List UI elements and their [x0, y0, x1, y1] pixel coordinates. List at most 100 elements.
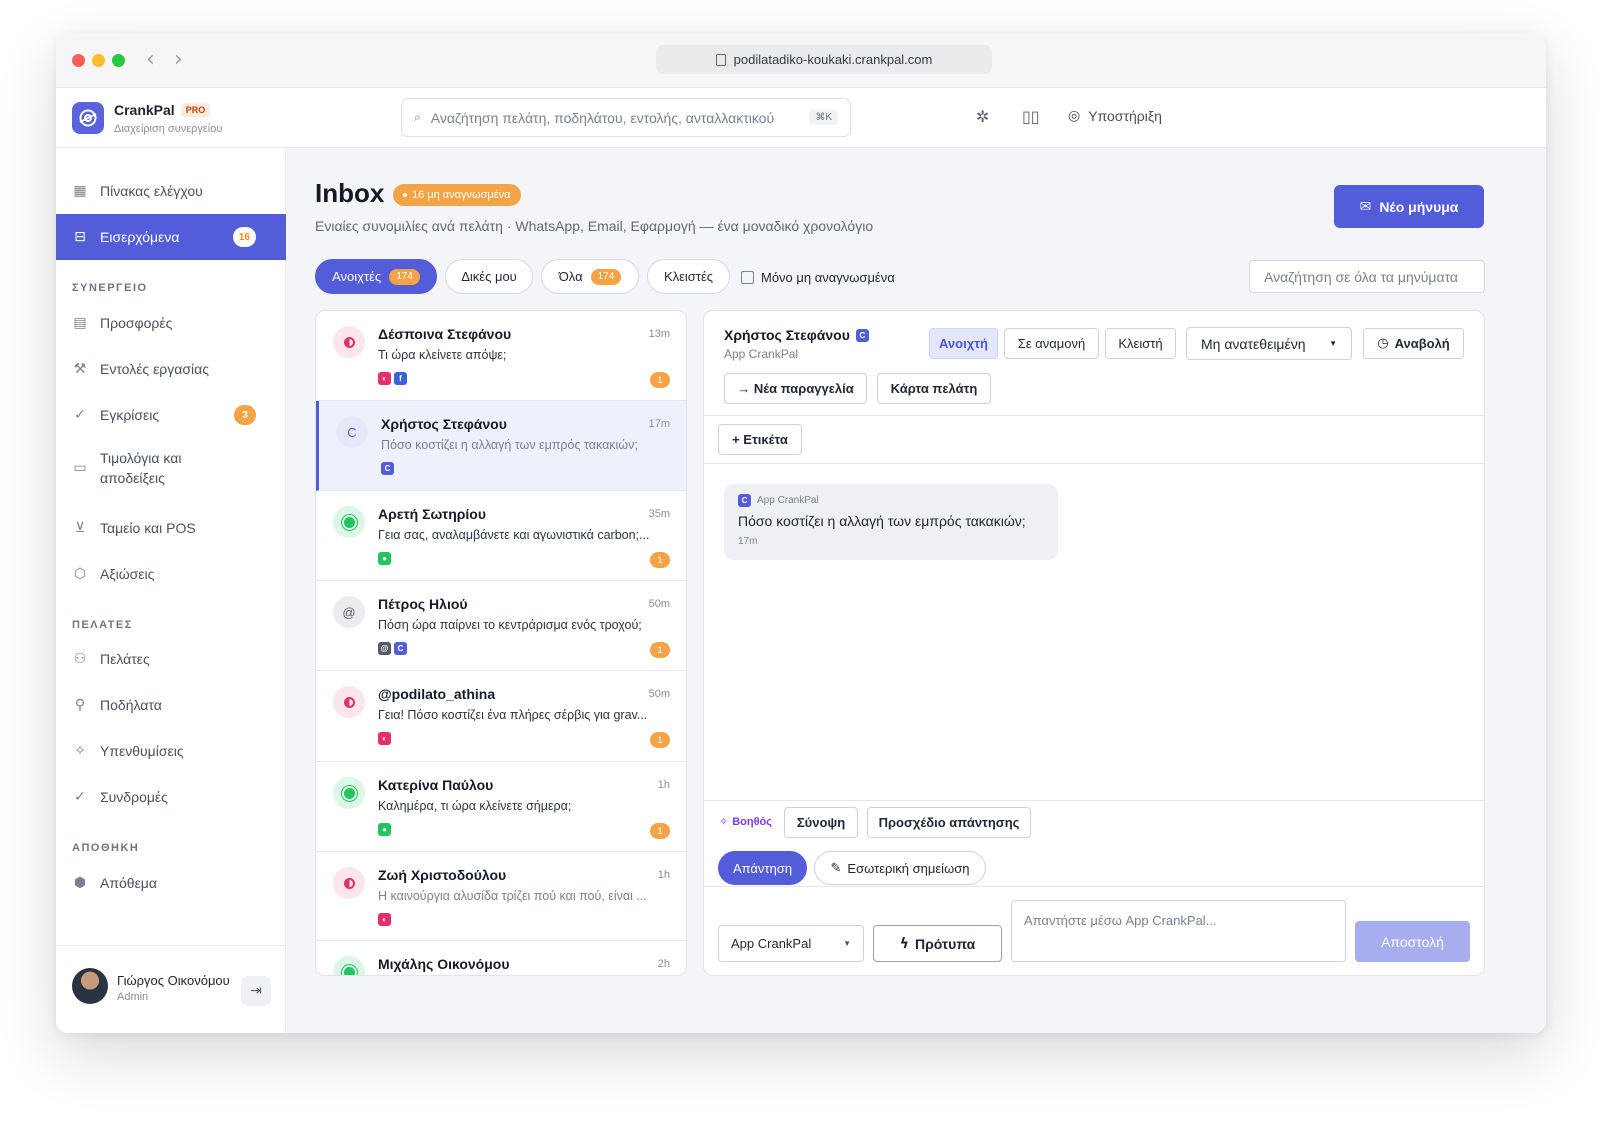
app-topbar: CrankPal PRO Διαχείριση συνεργείου ⌕ Αναζ… [56, 88, 1546, 148]
list-item[interactable]: Αρετή Σωτηρίου 35m Γεια σας, αναλαμβάνετ… [316, 491, 686, 581]
message-time: 17m [738, 536, 758, 547]
sidebar-item-label: Ταμείο και POS [100, 520, 196, 536]
summary-button[interactable]: Σύνοψη [784, 807, 858, 838]
unread-only-checkbox[interactable]: Μόνο μη αναγνωσμένα [741, 270, 895, 285]
shield-icon: ⬡ [73, 566, 87, 582]
sidebar-item-reminders[interactable]: ✧ Υπενθυμίσεις [56, 728, 286, 774]
sidebar-item-label: Εγκρίσεις [100, 407, 160, 423]
list-item[interactable]: Ζωή Χριστοδούλου 1h Η καινούργια αλυσίδα… [316, 852, 686, 941]
user-role: Admin [117, 991, 149, 1003]
draft-reply-button[interactable]: Προσχέδιο απάντησης [867, 807, 1031, 838]
instagram-icon [343, 696, 355, 708]
status-waiting-button[interactable]: Σε αναμονή [1004, 328, 1099, 359]
page-subtitle: Ενιαίες συνομιλίες ανά πελάτη · WhatsApp… [315, 218, 874, 234]
new-message-button[interactable]: ✉ Νέο μήνυμα [1334, 185, 1484, 228]
sidebar-item-subscriptions[interactable]: ✓ Συνδρομές [56, 774, 286, 820]
message-search-input[interactable]: Αναζήτηση σε όλα τα μηνύματα [1249, 260, 1485, 293]
sidebar-item-label: Εντολές εργασίας [100, 361, 209, 377]
sidebar-item-approvals[interactable]: ✓ Εγκρίσεις 3 [56, 392, 286, 438]
status-closed-button[interactable]: Κλειστή [1105, 328, 1176, 359]
filter-tab-closed[interactable]: Κλειστές [647, 259, 730, 294]
logout-button[interactable]: ⇥ [241, 976, 271, 1006]
back-arrow-icon[interactable]: ‹ [146, 47, 155, 72]
checkbox-box[interactable] [741, 271, 754, 284]
sidebar-item-label: Τιμολόγια και αποδείξεις [100, 450, 182, 486]
filter-tab-open[interactable]: Ανοιχτές 174 [315, 259, 437, 294]
sparkle-icon: ✧ [74, 743, 86, 759]
assignee-select[interactable]: Μη ανατεθειμένη ▼ [1186, 327, 1352, 360]
plan-badge: PRO [180, 103, 211, 117]
box-icon: ⬢ [73, 875, 87, 891]
sidebar-item-inventory[interactable]: ⬢ Απόθεμα [56, 860, 286, 906]
list-item[interactable]: Μιχάλης Οικονόμου 2h [316, 941, 686, 975]
contact-source: App CrankPal [724, 347, 799, 361]
list-item[interactable]: Δέσποινα Στεφάνου 13m Τι ώρα κλείνετε απ… [316, 311, 686, 401]
sidebar-item-quotes[interactable]: ▤ Προσφορές [56, 300, 286, 346]
sidebar-item-label: Συνδρομές [100, 789, 168, 805]
channel-chips: ◐ f [378, 372, 407, 385]
sidebar-item-work-orders[interactable]: ⚒ Εντολές εργασίας [56, 346, 286, 392]
reply-tab[interactable]: Απάντηση [718, 851, 807, 885]
crankpal-logo-icon[interactable] [72, 102, 104, 134]
avatar[interactable] [72, 968, 108, 1004]
close-window-button[interactable] [72, 54, 85, 67]
minimize-window-button[interactable] [92, 54, 105, 67]
filter-tab-mine[interactable]: Δικές μου [445, 259, 533, 294]
templates-button[interactable]: ϟ Πρότυπα [873, 925, 1002, 962]
section-title-warehouse: ΑΠΟΘΗΚΗ [72, 842, 140, 854]
book-icon[interactable]: ▯▯ [1022, 107, 1040, 126]
whatsapp-icon [343, 787, 355, 799]
snooze-button[interactable]: ◷ Αναβολή [1363, 328, 1464, 359]
instagram-icon [343, 336, 355, 348]
clock-icon: ◷ [1377, 336, 1389, 351]
check-circle-icon: ✓ [74, 407, 86, 423]
instagram-icon: ◐ [378, 372, 391, 385]
sidebar-item-dashboard[interactable]: ▦ Πίνακας ελέγχου [56, 168, 286, 214]
sidebar-item-inbox[interactable]: ⊟ Εισερχόμενα 16 [56, 214, 286, 260]
whatsapp-icon [343, 966, 355, 975]
instagram-icon: ◐ [378, 732, 391, 745]
global-search-input[interactable]: ⌕ Αναζήτηση πελάτη, ποδηλάτου, εντολής, … [401, 98, 851, 137]
support-label: Υποστήριξη [1088, 108, 1162, 124]
browser-window: ‹ › podilatadiko-koukaki.crankpal.com Cr… [56, 33, 1546, 1033]
sidebar-item-bikes[interactable]: ⚲ Ποδήλατα [56, 682, 286, 728]
channel-select[interactable]: App CrankPal ▼ [718, 925, 864, 962]
sidebar-item-claims[interactable]: ⬡ Αξιώσεις [56, 551, 286, 597]
divider [704, 415, 1484, 416]
add-tag-button[interactable]: + Ετικέτα [718, 424, 802, 455]
sidebar-item-customers[interactable]: ⚇ Πελάτες [56, 636, 286, 682]
message-source: C App CrankPal [738, 494, 819, 507]
avatar [333, 956, 365, 975]
conversation-list: Δέσποινα Στεφάνου 13m Τι ώρα κλείνετε απ… [315, 310, 687, 976]
page-title: Inbox [315, 178, 385, 208]
address-bar[interactable]: podilatadiko-koukaki.crankpal.com [656, 45, 992, 74]
filter-count: 174 [389, 268, 420, 285]
message-bubble: C App CrankPal Πόσο κοστίζει η αλλαγή των… [724, 484, 1058, 560]
status-open-button[interactable]: Ανοιχτή [929, 328, 998, 359]
divider [704, 800, 1484, 801]
sidebar-item-pos[interactable]: ⊻ Ταμείο και POS [56, 505, 286, 551]
maximize-window-button[interactable] [112, 54, 125, 67]
internal-note-tab[interactable]: ✎ Εσωτερική σημείωση [814, 851, 986, 885]
filter-tab-all[interactable]: Όλα 174 [541, 259, 639, 294]
list-item[interactable]: Κατερίνα Παύλου 1h Καλημέρα, τι ώρα κλεί… [316, 762, 686, 852]
new-order-button[interactable]: → Νέα παραγγελία [724, 373, 867, 404]
whatsapp-icon [343, 516, 355, 528]
customer-card-button[interactable]: Κάρτα πελάτη [877, 373, 991, 404]
sidebar-item-invoices[interactable]: ▭ Τιμολόγια και αποδείξεις [56, 438, 286, 498]
avatar [333, 506, 365, 538]
dot-icon [403, 193, 407, 197]
app-subtitle: Διαχείριση συνεργείου [114, 123, 223, 135]
reply-textarea[interactable]: Απαντήστε μέσω App CrankPal... [1011, 900, 1346, 962]
support-button[interactable]: ◎ Υποστήριξη [1068, 108, 1162, 124]
list-item[interactable]: @podilato_athina 50m Γεια! Πόσο κοστίζει… [316, 671, 686, 762]
list-item[interactable]: C Χρήστος Στεφάνου 17m Πόσο κοστίζει η α… [316, 401, 686, 491]
forward-arrow-icon[interactable]: › [174, 47, 183, 72]
list-item[interactable]: @ Πέτρος Ηλιού 50m Πόση ώρα παίρνει το κ… [316, 581, 686, 671]
chevron-down-icon: ▼ [843, 939, 851, 948]
instagram-icon [343, 877, 355, 889]
whatsapp-icon: ● [378, 552, 391, 565]
approvals-count-badge: 3 [234, 405, 256, 425]
send-button[interactable]: Αποστολή [1355, 921, 1470, 962]
bug-icon[interactable]: ✲ [976, 107, 989, 126]
